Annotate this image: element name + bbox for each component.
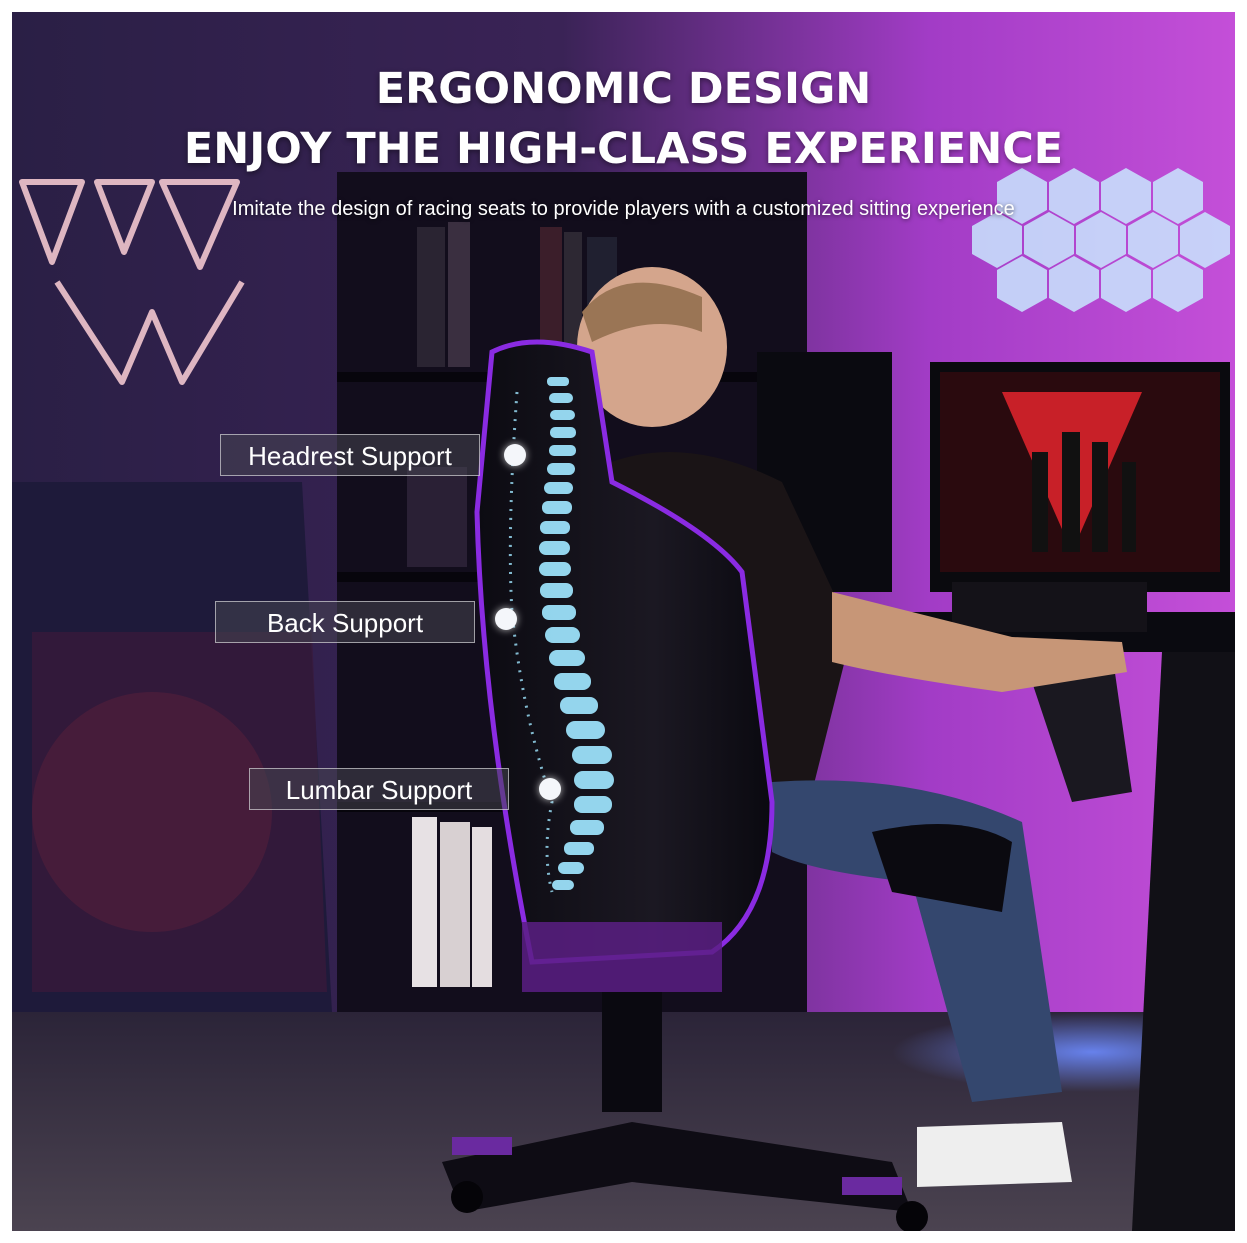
lumbar-support-label: Lumbar Support (249, 768, 509, 810)
product-image-frame: ERGONOMIC DESIGN ENJOY THE HIGH-CLASS EX… (12, 12, 1235, 1231)
headline-line-1: ERGONOMIC DESIGN (375, 64, 872, 114)
headrest-support-dot (504, 444, 526, 466)
wall-poster (12, 482, 332, 1012)
monitor (930, 362, 1230, 592)
headrest-support-label: Headrest Support (220, 434, 480, 476)
back-support-dot (495, 608, 517, 630)
lumbar-support-dot (539, 778, 561, 800)
headline-line-2: ENJOY THE HIGH-CLASS EXPERIENCE (183, 124, 1064, 174)
hexagon-light-panels (972, 168, 1230, 312)
gaming-room-scene (12, 12, 1235, 1231)
headline-subtitle: Imitate the design of racing seats to pr… (232, 198, 1015, 220)
back-support-label: Back Support (215, 601, 475, 643)
